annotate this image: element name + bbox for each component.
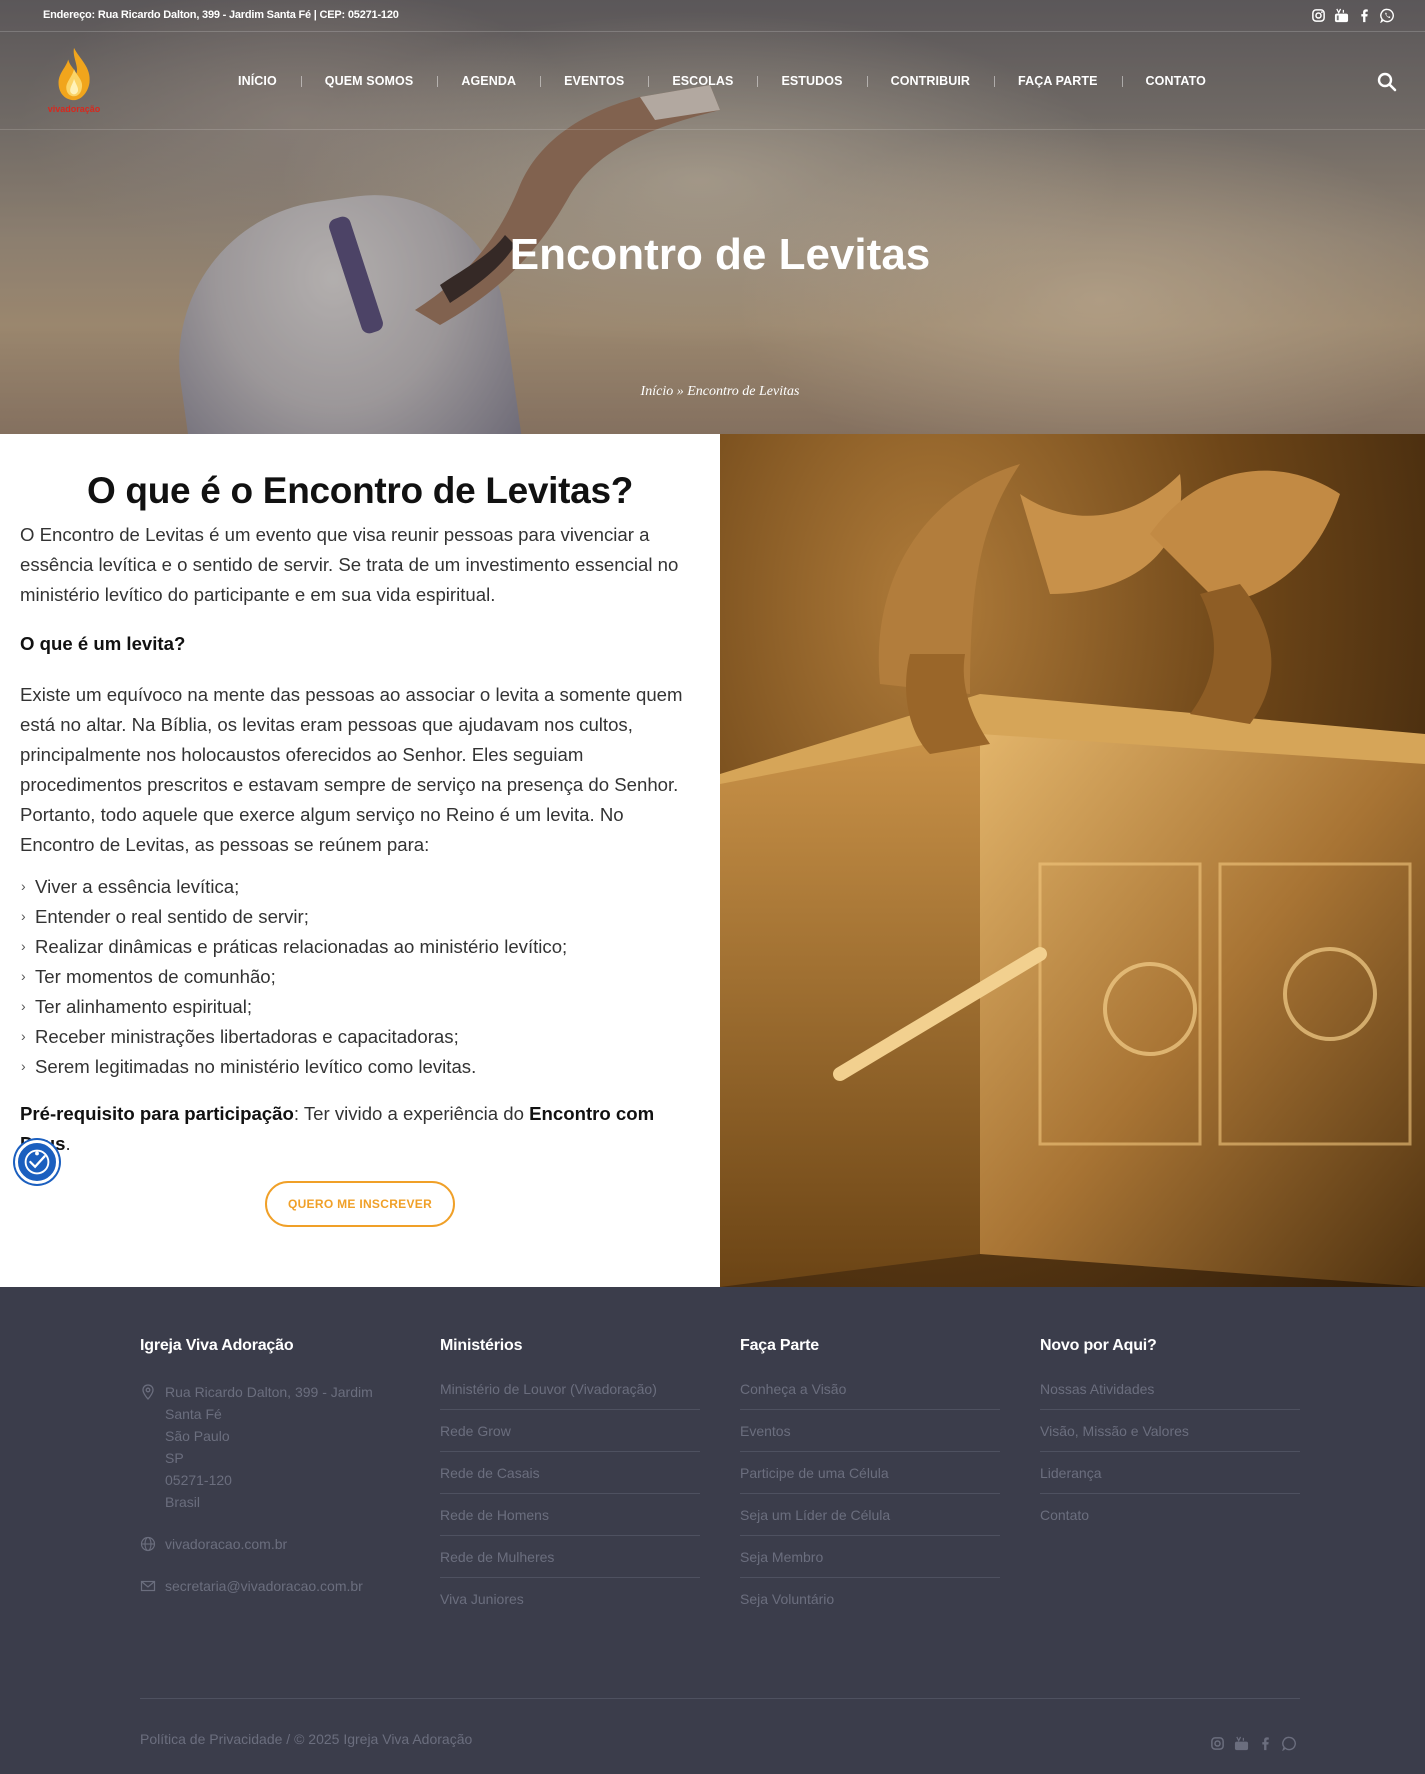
footer-link[interactable]: Seja Voluntário xyxy=(740,1591,1000,1619)
address-line: Rua Ricardo Dalton, 399 - Jardim xyxy=(165,1384,373,1400)
footer-col1-title: Igreja Viva Adoração xyxy=(140,1337,294,1354)
intro-paragraph: O Encontro de Levitas é um evento que vi… xyxy=(20,524,679,605)
address-line: Santa Fé xyxy=(165,1406,222,1422)
footer-link[interactable]: Liderança xyxy=(1040,1465,1300,1494)
ark-of-covenant-image xyxy=(720,434,1425,1287)
footer-social-icons xyxy=(1210,1736,1297,1751)
footer-link[interactable]: Ministério de Louvor (Vivadoração) xyxy=(440,1381,700,1410)
nav-item-eventos[interactable]: EVENTOS xyxy=(540,74,648,88)
footer-link[interactable]: Viva Juniores xyxy=(440,1591,700,1619)
footer-link[interactable]: Contato xyxy=(1040,1507,1300,1535)
page-title: Encontro de Levitas xyxy=(509,230,931,279)
site-footer: Igreja Viva Adoração Rua Ricardo Dalton,… xyxy=(0,1287,1425,1774)
footer-link[interactable]: Participe de uma Célula xyxy=(740,1465,1000,1494)
address-line: São Paulo xyxy=(165,1428,230,1444)
footer-col-ministerios: Ministérios Ministério de Louvor (Vivado… xyxy=(440,1337,700,1632)
list-item: Realizar dinâmicas e práticas relacionad… xyxy=(20,931,685,962)
footer-link[interactable]: Seja um Líder de Célula xyxy=(740,1507,1000,1536)
prereq-label: Pré-requisito para participação xyxy=(20,1103,294,1124)
address-line: SP xyxy=(165,1450,184,1466)
footer-email[interactable]: secretaria@vivadoracao.com.br xyxy=(140,1575,400,1597)
whatsapp-icon[interactable] xyxy=(1282,1736,1297,1751)
footer-link[interactable]: Rede de Homens xyxy=(440,1507,700,1536)
footer-divider xyxy=(140,1698,1300,1699)
footer-col-church: Igreja Viva Adoração Rua Ricardo Dalton,… xyxy=(140,1337,400,1597)
nav-item-faca-parte[interactable]: FAÇA PARTE xyxy=(994,74,1121,88)
nav-item-quem-somos[interactable]: QUEM SOMOS xyxy=(300,74,438,88)
nav-menu: INÍCIO QUEM SOMOS AGENDA EVENTOS ESCOLAS… xyxy=(214,74,1230,88)
website-link[interactable]: vivadoracao.com.br xyxy=(165,1533,400,1555)
location-pin-icon xyxy=(142,1384,154,1400)
footer-link[interactable]: Rede de Casais xyxy=(440,1465,700,1494)
subheading-text: O que é um levita? xyxy=(20,633,186,654)
copyright-text[interactable]: Política de Privacidade / © 2025 Igreja … xyxy=(140,1731,472,1747)
facebook-icon[interactable] xyxy=(1258,1736,1273,1751)
logo-text: vivadoração xyxy=(47,104,101,114)
bullet-list: Viver a essência levítica; Entender o re… xyxy=(20,871,685,1082)
flame-logo-icon xyxy=(58,47,90,101)
address-line: Brasil xyxy=(165,1494,201,1510)
breadcrumb[interactable]: Início » Encontro de Levitas xyxy=(0,384,1425,400)
nav-item-escolas[interactable]: ESCOLAS xyxy=(648,74,757,88)
envelope-icon xyxy=(140,1580,156,1592)
footer-link[interactable]: Seja Membro xyxy=(740,1549,1000,1578)
globe-icon xyxy=(140,1536,156,1552)
footer-col2-title: Ministérios xyxy=(440,1337,523,1354)
facebook-icon[interactable] xyxy=(1357,8,1372,23)
top-bar: Endereço: Rua Ricardo Dalton, 399 - Jard… xyxy=(0,0,1425,32)
footer-address: Rua Ricardo Dalton, 399 - Jardim Santa F… xyxy=(140,1381,400,1513)
footer-link[interactable]: Visão, Missão e Valores xyxy=(1040,1423,1300,1452)
email-link[interactable]: secretaria@vivadoracao.com.br xyxy=(165,1575,400,1597)
prereq-end: . xyxy=(65,1133,71,1154)
address-line: 05271-120 xyxy=(165,1472,232,1488)
list-item: Entender o real sentido de servir; xyxy=(20,901,685,932)
list-item: Receber ministrações libertadoras e capa… xyxy=(20,1021,685,1052)
list-item: Ter alinhamento espiritual; xyxy=(20,991,685,1022)
youtube-icon[interactable] xyxy=(1234,1736,1249,1751)
nav-item-contribuir[interactable]: CONTRIBUIR xyxy=(866,74,994,88)
instagram-icon[interactable] xyxy=(1210,1736,1225,1751)
hero-banner: Endereço: Rua Ricardo Dalton, 399 - Jard… xyxy=(0,0,1425,434)
subscribe-button[interactable]: QUERO ME INSCREVER xyxy=(265,1181,455,1227)
content-heading: O que é o Encontro de Levitas? xyxy=(86,470,634,511)
footer-col4-title: Novo por Aqui? xyxy=(1040,1337,1157,1354)
nav-item-estudos[interactable]: ESTUDOS xyxy=(757,74,866,88)
list-item: Viver a essência levítica; xyxy=(20,871,685,902)
top-address: Endereço: Rua Ricardo Dalton, 399 - Jard… xyxy=(43,9,399,21)
prereq-text: : Ter vivido a experiência do xyxy=(293,1103,530,1124)
footer-links-ministerios: Ministério de Louvor (Vivadoração) Rede … xyxy=(440,1381,700,1619)
footer-link[interactable]: Eventos xyxy=(740,1423,1000,1452)
footer-col-faca-parte: Faça Parte Conheça a Visão Eventos Parti… xyxy=(740,1337,1000,1632)
footer-link[interactable]: Nossas Atividades xyxy=(1040,1381,1300,1410)
footer-website[interactable]: vivadoracao.com.br xyxy=(140,1533,400,1555)
prerequisite-paragraph: Pré-requisito para participação: Ter viv… xyxy=(20,1099,685,1159)
top-social-icons xyxy=(1311,8,1395,23)
body-paragraph: Existe um equívoco na mente das pessoas … xyxy=(20,684,683,855)
accessibility-widget-icon[interactable] xyxy=(15,1140,59,1184)
footer-col3-title: Faça Parte xyxy=(740,1337,819,1354)
footer-links-novo: Nossas Atividades Visão, Missão e Valore… xyxy=(1040,1381,1300,1535)
footer-link[interactable]: Rede de Mulheres xyxy=(440,1549,700,1578)
footer-col-novo: Novo por Aqui? Nossas Atividades Visão, … xyxy=(1040,1337,1300,1548)
list-item: Serem legitimadas no ministério levítico… xyxy=(20,1051,685,1082)
nav-item-inicio[interactable]: INÍCIO xyxy=(214,74,301,88)
instagram-icon[interactable] xyxy=(1311,8,1326,23)
youtube-icon[interactable] xyxy=(1334,8,1349,23)
footer-links-faca-parte: Conheça a Visão Eventos Participe de uma… xyxy=(740,1381,1000,1619)
nav-item-contato[interactable]: CONTATO xyxy=(1121,74,1230,88)
search-icon[interactable] xyxy=(1377,72,1397,92)
list-item: Ter momentos de comunhão; xyxy=(20,961,685,992)
footer-link[interactable]: Conheça a Visão xyxy=(740,1381,1000,1410)
subheading-levita: O que é um levita? xyxy=(20,629,685,659)
main-content: O que é o Encontro de Levitas? O Encontr… xyxy=(0,434,720,1287)
nav-item-agenda[interactable]: AGENDA xyxy=(437,74,540,88)
main-navbar: vivadoração INÍCIO QUEM SOMOS AGENDA EVE… xyxy=(0,32,1425,130)
church-logo[interactable]: vivadoração xyxy=(46,46,102,118)
whatsapp-icon[interactable] xyxy=(1380,8,1395,23)
footer-link[interactable]: Rede Grow xyxy=(440,1423,700,1452)
